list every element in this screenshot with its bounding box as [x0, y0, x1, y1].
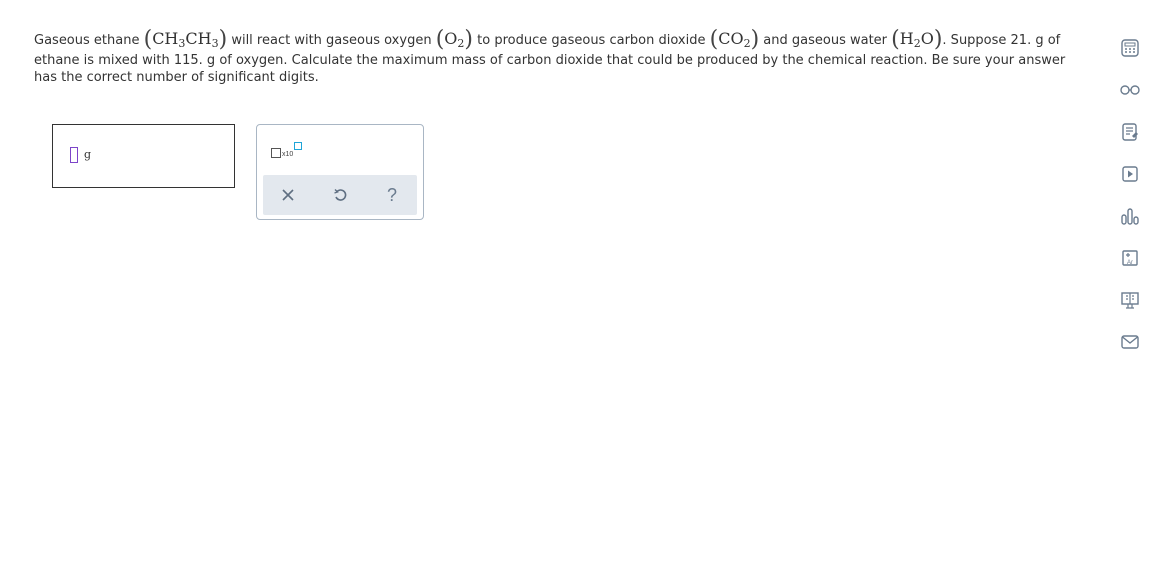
text-segment: and gaseous water — [763, 33, 888, 48]
scientific-notation-button[interactable]: x10 — [271, 142, 303, 162]
glasses-icon[interactable] — [1116, 76, 1144, 104]
mantissa-box-icon — [271, 148, 281, 158]
question-line-1: Gaseous ethane (CH3CH3) will react with … — [34, 26, 1074, 52]
text-segment: to produce gaseous carbon dioxide — [477, 33, 706, 48]
calculator-icon[interactable] — [1116, 34, 1144, 62]
close-icon — [282, 189, 294, 201]
question-line-2: ethane is mixed with 115. g of oxygen. C… — [34, 53, 1066, 68]
text-segment: will react with gaseous oxygen — [231, 33, 432, 48]
x10-label: x10 — [282, 151, 294, 158]
question-text: Gaseous ethane (CH3CH3) will react with … — [34, 26, 1074, 86]
exponent-box-icon — [294, 142, 302, 150]
email-icon[interactable] — [1116, 328, 1144, 356]
undo-button[interactable] — [329, 184, 351, 206]
tool-button-row: ? — [263, 175, 417, 215]
ethane-formula: (CH3CH3) — [143, 27, 228, 52]
clear-button[interactable] — [277, 184, 299, 206]
unit-label: g — [84, 148, 92, 161]
answer-tools-panel: x10 ? — [256, 124, 424, 220]
undo-icon — [334, 189, 347, 201]
question-line-3: has the correct number of significant di… — [34, 70, 319, 85]
oxygen-formula: (O2) — [435, 27, 474, 52]
text-segment: . Suppose 21. g of — [942, 33, 1061, 48]
water-formula: (H2O) — [891, 27, 943, 52]
periodic-table-icon[interactable]: Ar — [1116, 244, 1144, 272]
notepad-icon[interactable] — [1116, 118, 1144, 146]
svg-text:Ar: Ar — [1127, 260, 1133, 266]
video-icon[interactable] — [1116, 160, 1144, 188]
co2-formula: (CO2) — [709, 27, 760, 52]
chart-icon[interactable] — [1116, 202, 1144, 230]
textbook-icon[interactable] — [1116, 286, 1144, 314]
side-toolbar: Ar — [1116, 34, 1146, 364]
help-button[interactable]: ? — [381, 184, 403, 206]
answer-input[interactable] — [70, 147, 78, 163]
answer-input-box[interactable]: g — [52, 124, 235, 188]
text-segment: Gaseous ethane — [34, 33, 140, 48]
